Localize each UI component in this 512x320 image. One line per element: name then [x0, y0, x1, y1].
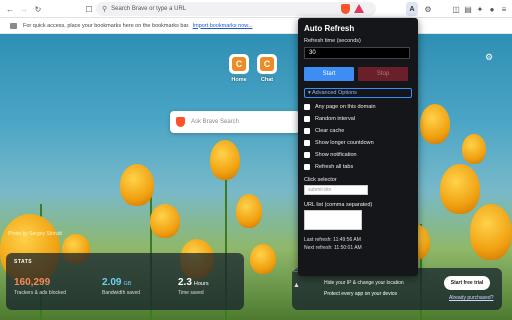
- search-placeholder: Ask Brave Search: [191, 119, 240, 125]
- checkbox[interactable]: [304, 164, 310, 170]
- stat-value: 160,299: [14, 277, 51, 288]
- option-show-notification[interactable]: Show notification: [304, 152, 412, 158]
- stat-value: 2.09: [102, 277, 122, 288]
- checkbox[interactable]: [304, 140, 310, 146]
- already-purchased-link[interactable]: Already purchased?: [449, 295, 493, 301]
- option-label: Any page on this domain: [315, 104, 376, 110]
- folder-icon: [10, 22, 17, 29]
- leo-icon[interactable]: ✦: [474, 3, 486, 15]
- checkbox[interactable]: [304, 116, 310, 122]
- checkbox[interactable]: [304, 128, 310, 134]
- refresh-time-input[interactable]: 30: [304, 47, 410, 59]
- popup-title: Auto Refresh: [304, 24, 355, 33]
- sidebar-icon[interactable]: ◫: [450, 3, 462, 15]
- option-label: Show notification: [315, 152, 357, 158]
- top-site-label: Home: [231, 77, 247, 83]
- next-refresh-text: Next refresh: 11:50:01 AM: [304, 245, 362, 251]
- top-site-label: Chat: [260, 77, 274, 83]
- stat-caption: Bandwidth saved: [102, 290, 141, 296]
- bookmark-icon[interactable]: ☐: [83, 3, 95, 15]
- url-list-textarea[interactable]: [304, 210, 362, 230]
- stat-unit: GB: [123, 281, 132, 287]
- top-site-chat[interactable]: C Chat: [256, 54, 278, 88]
- refresh-time-label: Refresh time (seconds): [304, 38, 361, 44]
- brave-search-box[interactable]: Ask Brave Search: [170, 111, 300, 133]
- brave-shields-icon[interactable]: [341, 4, 350, 14]
- extensions-icon[interactable]: ⚙: [422, 3, 434, 15]
- auto-refresh-extension-button[interactable]: A: [406, 2, 418, 16]
- stat-caption: Time saved: [178, 290, 204, 296]
- vpn-feature-1: Hide your IP & change your location: [324, 280, 404, 286]
- site-favicon-icon: C: [232, 57, 246, 71]
- option-label: Refresh all tabs: [315, 164, 354, 170]
- stat-caption: Trackers & ads blocked: [14, 290, 67, 296]
- vpn-feature-2: Protect every app on your device: [324, 291, 398, 297]
- shield-icon[interactable]: ▲: [293, 282, 301, 290]
- brave-logo-icon: [176, 117, 185, 127]
- site-favicon-icon: C: [260, 57, 274, 71]
- click-selector-input[interactable]: submit-btn: [304, 185, 368, 195]
- option-clear-cache[interactable]: Clear cache: [304, 128, 412, 134]
- menu-icon[interactable]: ≡: [498, 3, 510, 15]
- settings-gear-icon[interactable]: ⚙: [485, 52, 493, 63]
- stop-button[interactable]: Stop: [358, 67, 408, 81]
- option-random-interval[interactable]: Random interval: [304, 116, 412, 122]
- stats-title: STATS: [14, 259, 33, 265]
- checkbox[interactable]: [304, 152, 310, 158]
- vpn-icon[interactable]: ●: [486, 3, 498, 15]
- stats-widget: STATS 160,299 Trackers & ads blocked 2.0…: [6, 253, 244, 310]
- start-free-trial-button[interactable]: Start free trial: [444, 276, 490, 290]
- forward-arrow-icon[interactable]: →: [18, 3, 30, 15]
- stat-trackers: 160,299 Trackers & ads blocked: [14, 277, 66, 296]
- browser-toolbar: ← → ↻ ☐ ⚲ Search Brave or type a URL A ⚙…: [0, 0, 512, 18]
- option-label: Random interval: [315, 116, 356, 122]
- stat-value: 2.3: [178, 277, 192, 288]
- address-bar[interactable]: ⚲ Search Brave or type a URL: [96, 2, 376, 16]
- start-button[interactable]: Start: [304, 67, 354, 81]
- option-any-page[interactable]: Any page on this domain: [304, 104, 412, 110]
- wallet-icon[interactable]: ▤: [462, 3, 474, 15]
- bookmarks-message: For quick access, place your bookmarks h…: [23, 22, 190, 29]
- brave-rewards-icon[interactable]: [354, 4, 364, 13]
- back-arrow-icon[interactable]: ←: [4, 3, 16, 15]
- stat-time: 2.3 Hours Time saved: [178, 277, 209, 296]
- reload-icon[interactable]: ↻: [32, 3, 44, 15]
- last-refresh-text: Last refresh: 11:49:56 AM: [304, 237, 361, 243]
- stat-unit: Hours: [193, 281, 209, 287]
- photo-credit[interactable]: Photo by Sergey Shmidt: [8, 231, 62, 237]
- bookmarks-bar: For quick access, place your bookmarks h…: [0, 18, 512, 34]
- url-list-label: URL list (comma separated): [304, 202, 373, 208]
- stat-bandwidth: 2.09 GB Bandwidth saved: [102, 277, 140, 296]
- option-label: Show longer countdown: [315, 140, 374, 146]
- advanced-options-toggle[interactable]: ▾ Advanced Options: [304, 88, 412, 98]
- option-refresh-all-tabs[interactable]: Refresh all tabs: [304, 164, 412, 170]
- checkbox[interactable]: [304, 104, 310, 110]
- option-label: Clear cache: [315, 128, 345, 134]
- option-longer-countdown[interactable]: Show longer countdown: [304, 140, 412, 146]
- top-site-home[interactable]: C Home: [228, 54, 250, 88]
- search-icon: ⚲: [102, 6, 108, 13]
- click-selector-label: Click selector: [304, 177, 337, 183]
- auto-refresh-popup: Auto Refresh Refresh time (seconds) 30 S…: [298, 18, 418, 276]
- address-bar-placeholder: Search Brave or type a URL: [111, 6, 187, 12]
- import-bookmarks-link[interactable]: Import bookmarks now...: [193, 23, 253, 29]
